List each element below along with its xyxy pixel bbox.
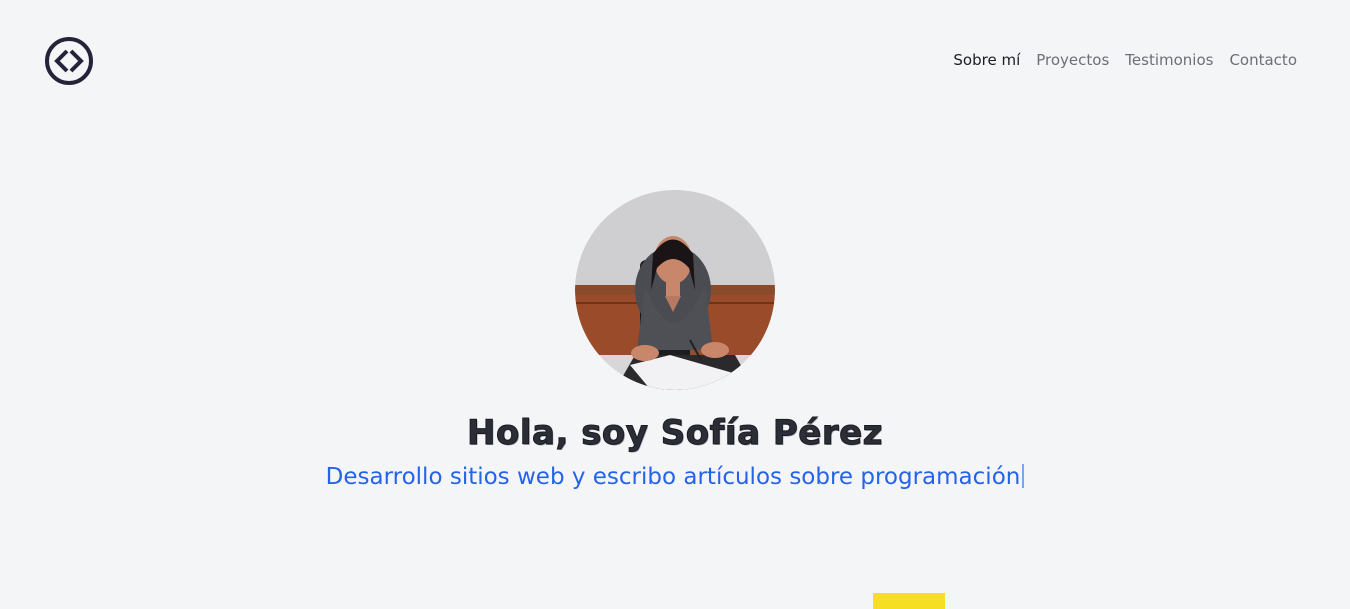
- nav-link-testimonios[interactable]: Testimonios: [1125, 51, 1213, 69]
- code-brackets-icon[interactable]: [44, 36, 94, 86]
- nav-link-proyectos[interactable]: Proyectos: [1036, 51, 1109, 69]
- typing-cursor: [1022, 464, 1025, 488]
- nav-link-sobre-mi[interactable]: Sobre mí: [953, 51, 1020, 69]
- hero-subtitle-text: Desarrollo sitios web y escribo artículo…: [325, 464, 1021, 490]
- hero-subtitle: Desarrollo sitios web y escribo artículo…: [326, 462, 1025, 492]
- hero-title: Hola, soy Sofía Pérez: [467, 413, 883, 454]
- hero-section: Hola, soy Sofía Pérez Desarrollo sitios …: [0, 190, 1350, 492]
- nav-link-contacto[interactable]: Contacto: [1229, 51, 1297, 69]
- navbar: Sobre mí Proyectos Testimonios Contacto: [0, 0, 1350, 124]
- avatar: [575, 190, 775, 390]
- accent-block: [873, 593, 945, 609]
- nav-menu: Sobre mí Proyectos Testimonios Contacto: [953, 51, 1297, 69]
